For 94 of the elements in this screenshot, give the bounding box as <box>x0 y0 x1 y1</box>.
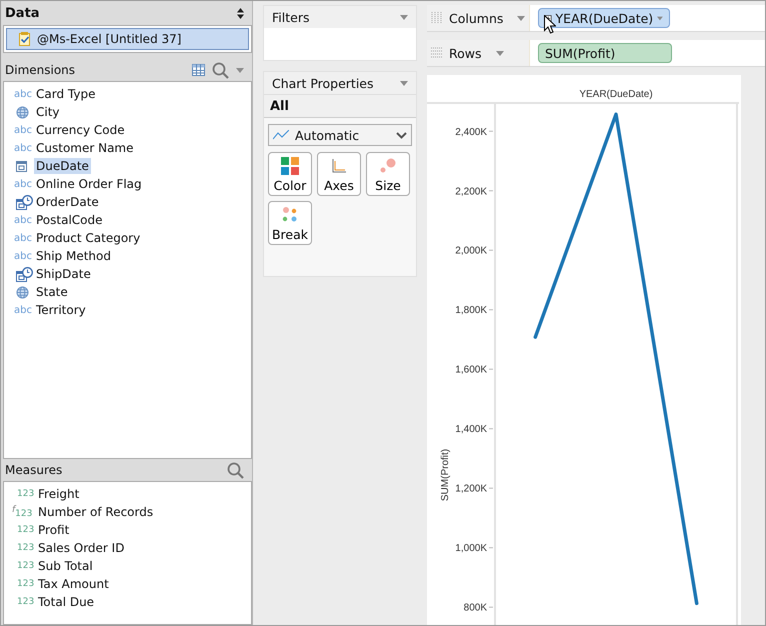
measure-field[interactable]: Tax Amount <box>36 576 111 592</box>
card-title: Chart Properties <box>272 76 374 90</box>
measure-field[interactable]: Profit <box>36 522 72 538</box>
mark-property-button[interactable]: Size <box>366 152 410 196</box>
y-axis-tick <box>488 428 494 430</box>
columns-grip-icon <box>431 12 443 24</box>
type-mark: abc <box>13 142 33 154</box>
chevron-down-icon <box>396 132 407 138</box>
dropdown-caret-icon[interactable] <box>657 16 663 20</box>
dimension-field[interactable]: Ship Method <box>34 248 113 264</box>
type-mark: 123 <box>16 489 36 499</box>
globe-icon <box>16 106 29 118</box>
y-axis-label: SUM(Profit) <box>440 448 451 502</box>
dimension-field[interactable]: Online Order Flag <box>34 176 144 192</box>
color-squares-icon <box>281 157 299 175</box>
search-icon[interactable] <box>227 462 244 478</box>
shelf-label: Rows <box>449 46 482 60</box>
dropdown-caret-icon[interactable] <box>236 68 244 72</box>
y-axis-tick <box>488 547 494 548</box>
dropdown-caret-icon[interactable] <box>400 80 408 86</box>
type-mark: abc <box>13 250 33 262</box>
type-mark: abc <box>13 88 33 100</box>
type-mark: 123 <box>16 597 36 607</box>
y-axis-tick <box>488 250 494 251</box>
calendar-icon <box>16 160 27 172</box>
type-mark: 123 <box>16 561 36 571</box>
y-axis-tick <box>488 606 494 608</box>
type-mark: abc <box>13 232 33 244</box>
y-axis-tick <box>488 130 494 132</box>
rows-grip-icon <box>431 47 443 59</box>
y-axis-tick <box>488 488 494 489</box>
dropdown-caret-icon[interactable] <box>517 16 526 20</box>
y-tick-label: 1,200K <box>455 484 487 495</box>
data-source-item[interactable]: @Ms-Excel [Untitled 37] <box>6 28 249 50</box>
table-icon[interactable] <box>192 64 205 76</box>
dimension-field[interactable]: DueDate <box>34 158 91 174</box>
dimension-field[interactable]: PostalCode <box>34 212 105 228</box>
dimension-field[interactable]: State <box>34 284 70 300</box>
type-mark: 123 <box>16 579 36 589</box>
y-tick-label: 1,800K <box>455 305 487 316</box>
mark-type-dropdown[interactable]: Automatic <box>268 124 412 146</box>
type-mark: abc <box>13 304 33 316</box>
dimension-field[interactable]: Customer Name <box>34 140 136 156</box>
checked-sheet-icon <box>19 32 31 46</box>
dimension-field[interactable]: OrderDate <box>34 194 101 210</box>
calendar-clock-icon <box>16 266 33 282</box>
y-tick-label: 2,400K <box>455 126 487 138</box>
chart-title: YEAR(DueDate) <box>579 89 653 100</box>
dimension-field[interactable]: Card Type <box>34 86 98 102</box>
mark-property-button[interactable]: Axes <box>317 152 361 196</box>
measure-field[interactable]: Sub Total <box>36 558 95 574</box>
type-mark: abc <box>13 214 33 226</box>
field-pill[interactable]: SUM(Profit) <box>538 43 672 63</box>
dropdown-caret-icon[interactable] <box>400 14 408 20</box>
type-mark: 123 <box>16 543 36 553</box>
measure-field[interactable]: Total Due <box>36 594 96 610</box>
section-title: Measures <box>5 463 62 477</box>
sort-arrows-icon[interactable] <box>237 8 244 18</box>
y-tick-label: 800K <box>464 602 487 614</box>
y-tick-label: 1,000K <box>455 543 487 554</box>
dimension-field[interactable]: Territory <box>34 302 88 318</box>
dimension-field[interactable]: ShipDate <box>34 266 93 282</box>
card-title: Filters <box>272 10 310 24</box>
mark-property-button[interactable]: Break <box>268 201 312 245</box>
dimension-field[interactable]: Currency Code <box>34 122 127 138</box>
field-pill[interactable]: YEAR(DueDate) <box>538 8 670 28</box>
y-tick-label: 2,000K <box>455 246 487 257</box>
section-title: Dimensions <box>5 63 76 77</box>
y-tick-label: 1,400K <box>455 424 487 436</box>
shelf-label: Columns <box>449 10 504 26</box>
search-icon[interactable] <box>212 62 229 78</box>
mark-property-button[interactable]: Color <box>268 152 312 196</box>
type-mark: 123 <box>16 525 36 535</box>
line-chart-icon <box>273 130 289 140</box>
panel-title: Data <box>5 6 40 20</box>
dropdown-caret-icon[interactable] <box>496 50 504 56</box>
y-axis-tick <box>488 309 494 310</box>
dimension-field[interactable]: Product Category <box>34 230 142 246</box>
axes-icon <box>332 159 346 173</box>
y-axis-tick <box>488 368 494 370</box>
globe-icon <box>16 286 29 298</box>
measure-field[interactable]: Freight <box>36 486 82 502</box>
break-dots-icon <box>282 207 298 223</box>
type-mark: abc <box>13 178 33 190</box>
y-axis-tick <box>488 190 494 192</box>
measure-field[interactable]: Number of Records <box>36 504 156 520</box>
type-mark: abc <box>13 124 33 136</box>
measure-field[interactable]: Sales Order ID <box>36 540 126 556</box>
size-circles-icon <box>380 158 396 174</box>
dimension-field[interactable]: City <box>34 104 62 120</box>
calendar-clock-icon <box>16 194 33 210</box>
scope-label: All <box>270 98 289 114</box>
y-tick-label: 1,600K <box>455 364 487 376</box>
y-tick-label: 2,200K <box>455 186 487 198</box>
